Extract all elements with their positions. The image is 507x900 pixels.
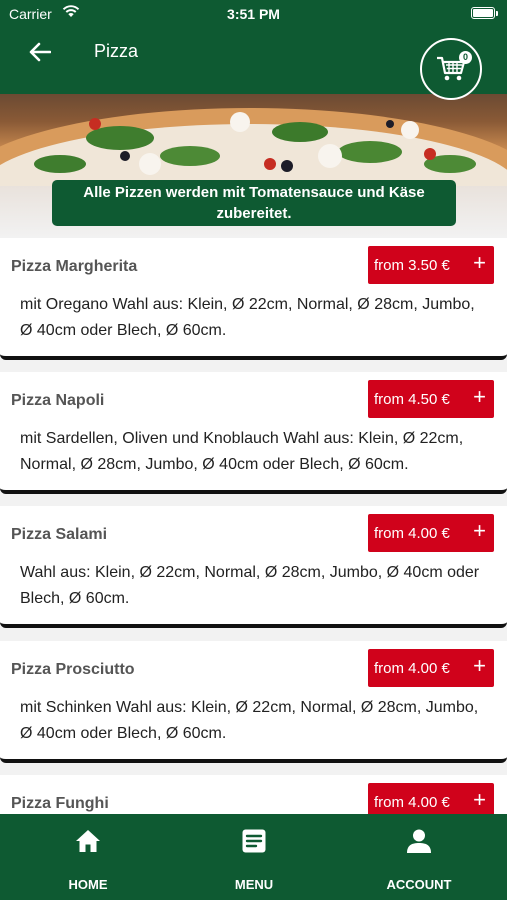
bottom-navigation: HOME MENU ACCOUNT [0,814,507,900]
nav-account[interactable]: ACCOUNT [359,814,479,900]
add-to-cart-button[interactable]: from 4.00 € + [368,649,494,687]
hero-pizza-image [0,94,507,186]
battery-icon [471,7,498,19]
description-line: Normal, Ø 28cm, Jumbo, Ø 40cm oder Blech… [20,456,409,473]
description-line: Ø 40cm oder Blech, Ø 60cm. [20,322,227,339]
nav-home[interactable]: HOME [28,814,148,900]
menu-item-name: Pizza Napoli [11,392,105,409]
price-label: from 4.00 € [374,524,450,542]
menu-item-description: Wahl aus: Klein, Ø 22cm, Normal, Ø 28cm,… [20,560,504,612]
menu-list-icon [242,829,266,853]
plus-icon: + [473,653,486,678]
cart-count-badge: 0 [459,51,472,64]
menu-item-description: mit Schinken Wahl aus: Klein, Ø 22cm, No… [20,695,504,747]
info-banner-line2: zubereitet. [216,205,292,222]
arrow-left-icon [29,42,51,62]
description-line: Ø 40cm oder Blech, Ø 60cm. [20,725,227,742]
menu-item-card[interactable]: Pizza Napoli from 4.50 € + mit Sardellen… [0,372,507,494]
add-to-cart-button[interactable]: from 4.50 € + [368,380,494,418]
info-banner-line1: Alle Pizzen werden mit Tomatensauce und … [83,184,425,201]
price-label: from 4.00 € [374,793,450,811]
plus-icon: + [473,518,486,543]
menu-item-card[interactable]: Pizza Prosciutto from 4.00 € + mit Schin… [0,641,507,763]
page-title: Pizza [94,41,139,61]
cart-button[interactable]: 0 [420,38,482,100]
description-line: mit Oregano Wahl aus: Klein, Ø 22cm, Nor… [20,296,475,313]
plus-icon: + [473,250,486,275]
nav-account-label: ACCOUNT [386,877,452,892]
price-label: from 3.50 € [374,256,450,274]
menu-item-name: Pizza Prosciutto [11,661,135,678]
status-bar: Carrier 3:51 PM [0,0,507,28]
user-icon [407,829,431,853]
description-line: Wahl aus: Klein, Ø 22cm, Normal, Ø 28cm,… [20,564,480,581]
menu-item-name: Pizza Funghi [11,795,109,812]
plus-icon: + [473,787,486,812]
info-banner: Alle Pizzen werden mit Tomatensauce und … [52,180,456,226]
description-line: mit Schinken Wahl aus: Klein, Ø 22cm, No… [20,699,479,716]
clock: 3:51 PM [227,6,280,22]
add-to-cart-button[interactable]: from 3.50 € + [368,246,494,284]
nav-menu[interactable]: MENU [194,814,314,900]
home-icon [76,830,100,852]
nav-home-label: HOME [68,877,108,892]
menu-item-description: mit Sardellen, Oliven und Knoblauch Wahl… [20,426,504,478]
add-to-cart-button[interactable]: from 4.00 € + [368,514,494,552]
price-label: from 4.50 € [374,390,450,408]
price-label: from 4.00 € [374,659,450,677]
nav-menu-label: MENU [234,877,274,892]
menu-item-name: Pizza Salami [11,526,108,543]
plus-icon: + [473,384,486,409]
menu-item-name: Pizza Margherita [11,258,138,275]
menu-item-card[interactable]: Pizza Salami from 4.00 € + Wahl aus: Kle… [0,506,507,628]
menu-item-card[interactable]: Pizza Margherita from 3.50 € + mit Orega… [0,238,507,360]
back-button[interactable] [26,38,54,66]
description-line: mit Sardellen, Oliven und Knoblauch Wahl… [20,430,464,447]
description-line: Blech, Ø 60cm. [20,590,130,607]
menu-item-description: mit Oregano Wahl aus: Klein, Ø 22cm, Nor… [20,292,504,344]
